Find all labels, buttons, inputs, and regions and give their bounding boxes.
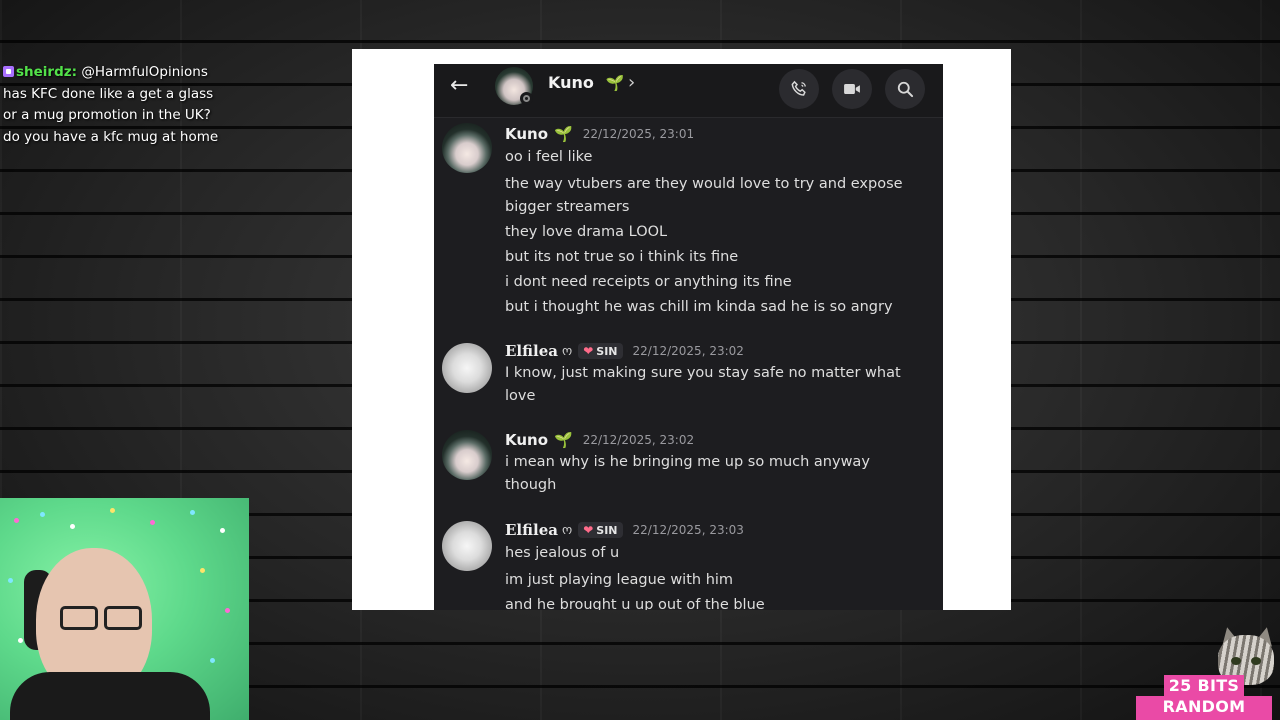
search-button[interactable]	[885, 69, 925, 109]
message-text: im just playing league with him	[505, 572, 734, 588]
dm-header: ← Kuno 🌱 ›	[434, 64, 943, 118]
user-avatar[interactable]	[442, 430, 492, 480]
role-badge-label: SIN	[596, 523, 618, 537]
message-author[interactable]: Elfilea	[505, 521, 558, 539]
subscriber-badge-icon	[3, 66, 14, 77]
video-camera-icon	[844, 84, 860, 94]
message-text: though	[505, 477, 557, 493]
header-username: Kuno	[548, 73, 594, 92]
chat-username: sheirdz	[16, 64, 72, 80]
heart-icon: ❤	[583, 344, 594, 358]
header-title[interactable]: Kuno 🌱	[548, 73, 624, 92]
message-text: but i thought he was chill im kinda sad …	[505, 299, 893, 315]
glasses	[60, 606, 150, 630]
chevron-right-icon[interactable]: ›	[628, 72, 635, 93]
role-badge[interactable]: ❤ SIN	[578, 522, 623, 538]
message-text: i dont need receipts or anything its fin…	[505, 274, 792, 290]
search-icon	[897, 81, 914, 98]
streamer-shirt	[10, 672, 210, 720]
message-text: but its not true so i think its fine	[505, 249, 739, 265]
bits-sender: RANDOM SORB	[1136, 696, 1272, 720]
chat-colon: :	[71, 64, 78, 80]
author-suffix: ო	[562, 343, 573, 359]
role-badge-label: SIN	[596, 344, 618, 358]
offline-status-icon	[520, 92, 533, 105]
message-author[interactable]: Kuno	[505, 125, 548, 143]
bits-alert: 25 BITS RANDOM SORB	[1136, 675, 1272, 720]
message-text: bigger streamers	[505, 199, 630, 215]
message-timestamp: 22/12/2025, 23:02	[632, 344, 744, 358]
user-avatar[interactable]	[442, 521, 492, 571]
message-text: the way vtubers are they would love to t…	[505, 176, 903, 192]
role-badge[interactable]: ❤ SIN	[578, 343, 623, 359]
message-timestamp: 22/12/2025, 23:02	[582, 433, 695, 447]
message-header: Elfilea ო ❤ SIN 22/12/2025, 23:03	[505, 519, 744, 541]
video-call-button[interactable]	[832, 69, 872, 109]
message-header: Kuno 🌱 22/12/2025, 23:01	[505, 123, 694, 145]
message-text: hes jealous of u	[505, 545, 620, 561]
bits-amount: 25 BITS	[1163, 675, 1245, 696]
message-author[interactable]: Kuno	[505, 431, 548, 449]
sprout-icon: 🌱	[554, 431, 573, 449]
message-timestamp: 22/12/2025, 23:03	[632, 523, 744, 537]
user-avatar[interactable]	[442, 343, 492, 393]
message-text: and he brought u up out of the blue	[505, 597, 765, 610]
discord-dm-screenshot: ← Kuno 🌱 › Kuno 🌱 22/12/2025, 23:01 oo i…	[434, 64, 943, 610]
author-suffix: ო	[562, 522, 573, 538]
sprout-icon: 🌱	[605, 74, 625, 92]
chat-message: sheirdz: @HarmfulOpinions has KFC done l…	[3, 62, 231, 148]
back-arrow-icon[interactable]: ←	[450, 75, 468, 97]
user-avatar[interactable]	[442, 123, 492, 173]
message-text: oo i feel like	[505, 149, 593, 165]
message-text: love	[505, 388, 536, 404]
sprout-icon: 🌱	[554, 125, 573, 143]
heart-icon: ❤	[583, 523, 594, 537]
voice-call-icon	[791, 80, 806, 96]
message-text: I know, just making sure you stay safe n…	[505, 365, 901, 381]
message-text: they love drama LOOL	[505, 224, 668, 240]
message-author[interactable]: Elfilea	[505, 342, 558, 360]
message-header: Elfilea ო ❤ SIN 22/12/2025, 23:02	[505, 340, 744, 362]
voice-call-button[interactable]	[779, 69, 819, 109]
message-text: i mean why is he bringing me up so much …	[505, 454, 870, 470]
message-header: Kuno 🌱 22/12/2025, 23:02	[505, 429, 694, 451]
message-timestamp: 22/12/2025, 23:01	[582, 127, 695, 141]
